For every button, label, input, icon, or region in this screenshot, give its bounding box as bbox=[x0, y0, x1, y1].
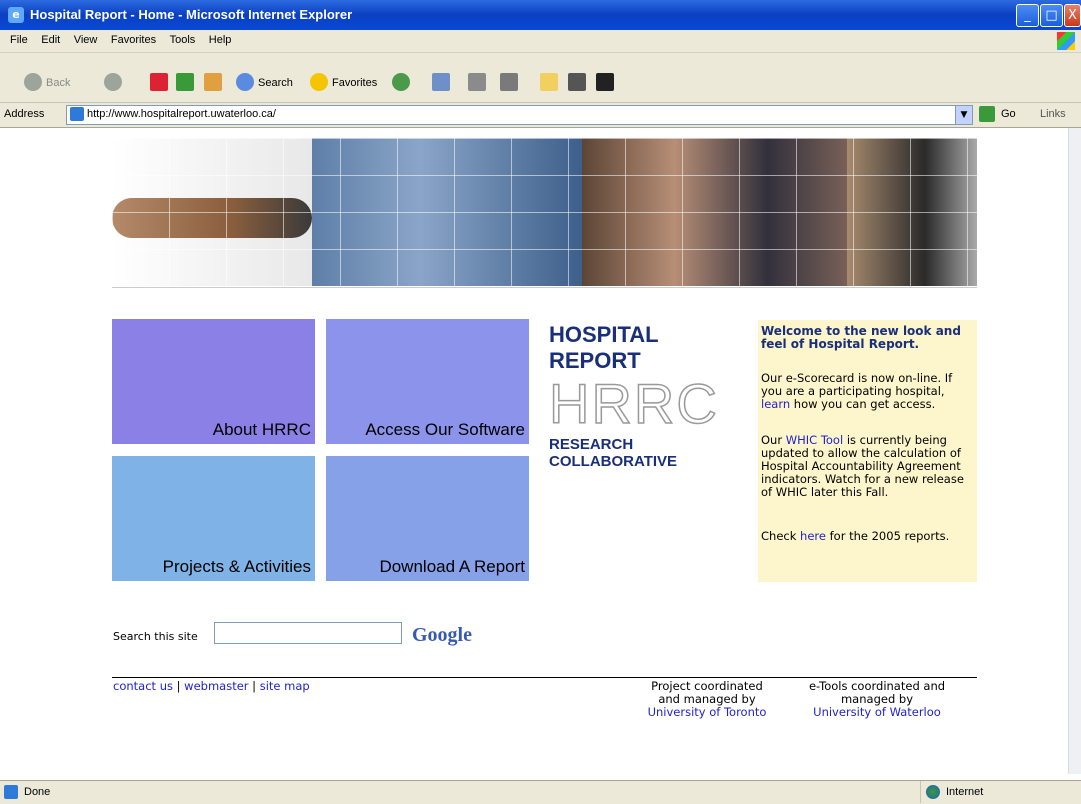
tile-about-hrrc[interactable]: About HRRC bbox=[112, 319, 315, 444]
logo-line1: HOSPITAL REPORT bbox=[549, 322, 659, 373]
address-url: http://www.hospitalreport.uwaterloo.ca/ bbox=[87, 108, 276, 120]
window-title-bar[interactable]: e Hospital Report - Home - Microsoft Int… bbox=[0, 0, 1081, 30]
menu-edit[interactable]: Edit bbox=[41, 34, 60, 46]
menu-view[interactable]: View bbox=[74, 34, 98, 46]
maximize-button[interactable]: □ bbox=[1040, 4, 1063, 27]
banner-divider bbox=[112, 287, 977, 288]
go-arrow-icon[interactable] bbox=[979, 106, 995, 122]
address-input[interactable]: http://www.hospitalreport.uwaterloo.ca/ … bbox=[66, 105, 973, 125]
vertical-scrollbar[interactable] bbox=[1068, 128, 1081, 774]
tile-projects-label: Projects & Activities bbox=[162, 557, 311, 576]
search-label: Search this site bbox=[113, 630, 198, 643]
footer-toronto: Project coordinated and managed by Unive… bbox=[636, 680, 778, 719]
mail-icon[interactable] bbox=[432, 73, 450, 91]
edit-icon[interactable] bbox=[500, 73, 518, 91]
ie-logo-icon: e bbox=[8, 7, 24, 23]
site-map-link[interactable]: site map bbox=[260, 679, 310, 693]
tile-about-label: About HRRC bbox=[212, 420, 311, 439]
status-bar: Done Internet bbox=[0, 780, 1081, 804]
links-button[interactable]: Links bbox=[1040, 108, 1066, 120]
print-icon[interactable] bbox=[468, 73, 486, 91]
logo-line2: HRRC bbox=[548, 372, 719, 435]
welcome-paragraph-scorecard: Our e-Scorecard is now on-line. If you a… bbox=[761, 371, 953, 411]
logo-line3: RESEARCH COLLABORATIVE bbox=[549, 436, 678, 470]
window-title: Hospital Report - Home - Microsoft Inter… bbox=[30, 7, 353, 22]
favorites-star-icon[interactable] bbox=[310, 73, 328, 91]
webmaster-link[interactable]: webmaster bbox=[184, 679, 248, 693]
whic-tool-link[interactable]: WHIC Tool bbox=[786, 433, 843, 447]
welcome-heading: Welcome to the new look and feel of Hosp… bbox=[761, 324, 961, 351]
internet-zone-icon bbox=[926, 785, 940, 799]
footer-waterloo: e-Tools coordinated and managed by Unive… bbox=[796, 680, 958, 719]
menu-help[interactable]: Help bbox=[209, 34, 232, 46]
minimize-button[interactable]: _ bbox=[1016, 4, 1039, 27]
back-arrow-icon[interactable] bbox=[24, 73, 42, 91]
home-icon[interactable] bbox=[204, 73, 222, 91]
google-logo[interactable]: Google bbox=[412, 624, 472, 647]
hrrc-logo: HOSPITAL REPORT HRRC RESEARCH COLLABORAT… bbox=[548, 322, 743, 470]
discuss-icon[interactable] bbox=[540, 73, 558, 91]
menu-tools[interactable]: Tools bbox=[170, 34, 196, 46]
windows-logo-icon bbox=[1057, 32, 1075, 50]
refresh-icon[interactable] bbox=[176, 73, 194, 91]
history-icon[interactable] bbox=[392, 73, 410, 91]
back-button[interactable]: Back bbox=[46, 77, 70, 89]
tile-projects-activities[interactable]: Projects & Activities bbox=[112, 456, 315, 581]
media-icon[interactable] bbox=[596, 73, 614, 91]
banner-image bbox=[112, 138, 977, 286]
page-icon bbox=[70, 107, 84, 121]
close-button[interactable]: X bbox=[1064, 4, 1081, 27]
university-of-toronto-link[interactable]: University of Toronto bbox=[636, 706, 778, 719]
tile-software-label: Access Our Software bbox=[365, 420, 525, 439]
welcome-paragraph-whic: Our WHIC Tool is currently being updated… bbox=[761, 433, 964, 499]
welcome-paragraph-reports: Check here for the 2005 reports. bbox=[761, 529, 950, 543]
contact-us-link[interactable]: contact us bbox=[113, 679, 173, 693]
tile-download-report[interactable]: Download A Report bbox=[326, 456, 529, 581]
search-icon[interactable] bbox=[236, 73, 254, 91]
go-button[interactable]: Go bbox=[1001, 108, 1016, 120]
footer-divider bbox=[112, 677, 977, 678]
search-button[interactable]: Search bbox=[258, 77, 293, 89]
footer-links: contact us | webmaster | site map bbox=[113, 679, 310, 693]
stop-icon[interactable] bbox=[150, 73, 168, 91]
menu-favorites[interactable]: Favorites bbox=[111, 34, 156, 46]
status-text: Done bbox=[24, 786, 51, 798]
address-label: Address bbox=[4, 108, 45, 120]
page-done-icon bbox=[4, 785, 18, 799]
address-bar: Address http://www.hospitalreport.uwater… bbox=[0, 103, 1081, 128]
welcome-panel: Welcome to the new look and feel of Hosp… bbox=[758, 320, 977, 582]
standard-toolbar: Back Search Favorites bbox=[0, 53, 1081, 103]
here-link[interactable]: here bbox=[800, 529, 826, 543]
search-input[interactable] bbox=[214, 622, 402, 644]
security-zone: Internet bbox=[946, 786, 984, 798]
menu-file[interactable]: File bbox=[10, 34, 28, 46]
favorites-button[interactable]: Favorites bbox=[332, 77, 377, 89]
tile-download-label: Download A Report bbox=[379, 557, 525, 576]
learn-link[interactable]: learn bbox=[761, 397, 790, 411]
university-of-waterloo-link[interactable]: University of Waterloo bbox=[796, 706, 958, 719]
messenger-icon[interactable] bbox=[568, 73, 586, 91]
menu-bar: File Edit View Favorites Tools Help bbox=[0, 30, 1081, 53]
forward-arrow-icon[interactable] bbox=[104, 73, 122, 91]
address-dropdown-icon[interactable]: ▼ bbox=[955, 106, 972, 124]
tile-access-software[interactable]: Access Our Software bbox=[326, 319, 529, 444]
